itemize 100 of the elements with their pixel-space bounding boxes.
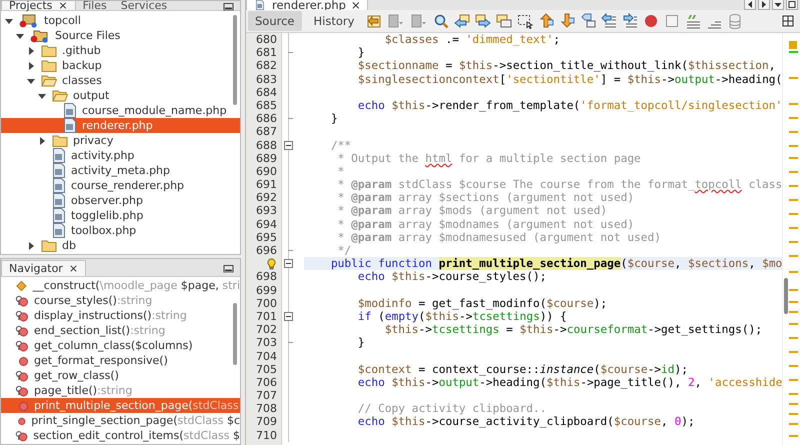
dropdown-icon[interactable] bbox=[772, 0, 784, 10]
code-line: * @param array $modnames (argument not used) bbox=[336, 218, 634, 231]
close-tab-button[interactable]: × bbox=[58, 1, 68, 10]
editor-tab[interactable]: renderer.php × bbox=[246, 0, 368, 10]
source-package-icon bbox=[30, 28, 50, 42]
search-icon[interactable] bbox=[433, 13, 450, 29]
scrollbar-thumb[interactable] bbox=[233, 15, 237, 105]
code-line: * @param stdClass $course The course from the format_topcoll class bbox=[336, 178, 782, 192]
restore-icon[interactable] bbox=[786, 0, 798, 10]
navigator-item[interactable]: print_single_section_page(stdClass $c bbox=[1, 413, 240, 428]
record-icon[interactable] bbox=[643, 13, 660, 29]
split-grid-icon[interactable] bbox=[782, 15, 794, 27]
lines-icon[interactable] bbox=[685, 13, 702, 29]
minimize-icon[interactable] bbox=[223, 1, 234, 10]
file-name[interactable]: activity_meta.php bbox=[71, 164, 170, 177]
folder-name[interactable]: db bbox=[62, 239, 76, 252]
collapse-caret-icon[interactable] bbox=[27, 76, 35, 84]
navigator-item[interactable]: page_title():string bbox=[1, 383, 240, 398]
line-number: 705 bbox=[256, 362, 277, 376]
navigator-item[interactable]: get_row_class() bbox=[1, 368, 240, 383]
error-stripe-mark bbox=[789, 227, 798, 229]
error-stripe-mark bbox=[789, 199, 798, 201]
folder-name[interactable]: topcoll bbox=[44, 14, 81, 27]
error-stripe-mark bbox=[789, 171, 798, 173]
scroll-left-icon[interactable] bbox=[744, 0, 756, 10]
shapes-icon[interactable] bbox=[580, 13, 596, 29]
folder-name[interactable]: classes bbox=[62, 74, 102, 87]
expand-caret-icon[interactable] bbox=[27, 46, 35, 54]
stacked-windows-icon[interactable] bbox=[496, 13, 512, 29]
line-number: 684 bbox=[256, 86, 277, 99]
folder-name[interactable]: output bbox=[73, 89, 110, 102]
tab-label: Projects bbox=[9, 1, 52, 10]
error-stripe-mark bbox=[789, 213, 798, 215]
collapse-caret-icon[interactable] bbox=[38, 92, 46, 100]
file-name[interactable]: activity.php bbox=[71, 149, 134, 162]
navigator-item[interactable]: print_multiple_section_page(stdClass bbox=[1, 398, 240, 413]
fold-toggle-icon[interactable] bbox=[284, 140, 293, 150]
method-signature: print_multiple_section_page(stdClass bbox=[34, 399, 239, 412]
navigator-item[interactable]: display_instructions():string bbox=[1, 308, 240, 323]
code-line: echo $this->course_styles(); bbox=[356, 270, 546, 284]
collapse-caret-icon[interactable] bbox=[5, 16, 13, 24]
navigator-item[interactable]: get_format_responsive() bbox=[1, 353, 240, 368]
lightbulb-icon[interactable] bbox=[266, 258, 277, 270]
minimize-icon[interactable] bbox=[223, 263, 234, 272]
collapse-caret-icon[interactable] bbox=[16, 32, 24, 40]
line-number: 708 bbox=[256, 402, 277, 416]
line-number: 703 bbox=[256, 336, 277, 350]
panel-tab[interactable]: Services bbox=[114, 1, 174, 10]
expand-caret-icon[interactable] bbox=[27, 242, 35, 250]
code-line: $modinfo = get_fast_modinfo($course); bbox=[356, 296, 608, 310]
panel-tab[interactable]: Navigator × bbox=[1, 260, 86, 276]
close-tab-button[interactable]: × bbox=[350, 0, 361, 10]
code-line: $singlesectioncontext['sectiontitle'] = $this->output->heading( bbox=[356, 72, 782, 86]
shift-right-icon[interactable] bbox=[622, 13, 638, 29]
navigator-item[interactable]: course_styles():string bbox=[1, 293, 240, 308]
code-line: $sectionname = $this->section_title_without_link($thissection, bbox=[356, 59, 776, 73]
line-number: 682 bbox=[256, 59, 277, 73]
view-tab[interactable]: Source bbox=[248, 11, 302, 31]
panel-tab[interactable]: Files bbox=[76, 1, 114, 10]
tab-label: Files bbox=[82, 1, 107, 10]
down-arrow-icon[interactable] bbox=[559, 13, 576, 29]
line-number: 709 bbox=[256, 415, 277, 429]
folder-name[interactable]: privacy bbox=[73, 134, 114, 147]
scrollbar-thumb[interactable] bbox=[233, 303, 237, 365]
close-tab-button[interactable]: × bbox=[68, 262, 78, 275]
fold-toggle-icon[interactable] bbox=[284, 259, 293, 268]
expand-caret-icon[interactable] bbox=[27, 62, 35, 70]
shift-left-icon[interactable] bbox=[601, 13, 618, 29]
panel-tab[interactable]: Projects × bbox=[1, 1, 76, 10]
stop-icon[interactable] bbox=[664, 13, 680, 29]
file-name[interactable]: observer.php bbox=[71, 194, 143, 207]
arrow-right-icon[interactable] bbox=[475, 13, 492, 29]
scroll-right-icon[interactable] bbox=[758, 0, 770, 10]
fold-toggle-icon[interactable] bbox=[284, 312, 293, 322]
arrow-left-icon[interactable] bbox=[454, 13, 470, 29]
file-name[interactable]: course_module_name.php bbox=[82, 104, 227, 117]
up-arrow-icon[interactable] bbox=[538, 13, 554, 29]
code-line: * Output the html for a multiple section page bbox=[336, 152, 641, 165]
error-stripe-mark bbox=[789, 145, 798, 147]
code-line: $context = context_course::instance($course->id); bbox=[356, 362, 688, 376]
dashed-selection-icon[interactable] bbox=[517, 13, 534, 29]
folder-icon bbox=[41, 239, 57, 252]
file-name[interactable]: togglelib.php bbox=[71, 209, 144, 222]
code-line: * @param array $sections (argument not used) bbox=[336, 191, 634, 204]
expand-caret-icon[interactable] bbox=[38, 136, 46, 144]
tab-label: Navigator bbox=[9, 262, 63, 275]
file-name[interactable]: toolbox.php bbox=[71, 224, 136, 237]
navigator-item[interactable]: __construct(\moodle_page $page, stri bbox=[1, 278, 240, 293]
navigator-item[interactable]: section_edit_control_items(stdClass $ bbox=[1, 428, 240, 443]
folder-name[interactable]: .github bbox=[62, 44, 101, 57]
navigator-item[interactable]: get_column_class($columns) bbox=[1, 338, 240, 353]
folder-name[interactable]: backup bbox=[62, 59, 102, 72]
method-signature: display_instructions():string bbox=[34, 309, 187, 322]
navigator-item[interactable]: end_section_list():string bbox=[1, 323, 240, 338]
file-name[interactable]: course_renderer.php bbox=[71, 179, 184, 192]
folder-name[interactable]: Source Files bbox=[55, 29, 120, 42]
code-line: echo $this->course_activity_clipboard($course, 0); bbox=[356, 415, 695, 429]
scrollbar-thumb[interactable] bbox=[784, 278, 788, 314]
view-tab[interactable]: History bbox=[306, 11, 362, 31]
method-signature: get_column_class($columns) bbox=[34, 339, 193, 352]
